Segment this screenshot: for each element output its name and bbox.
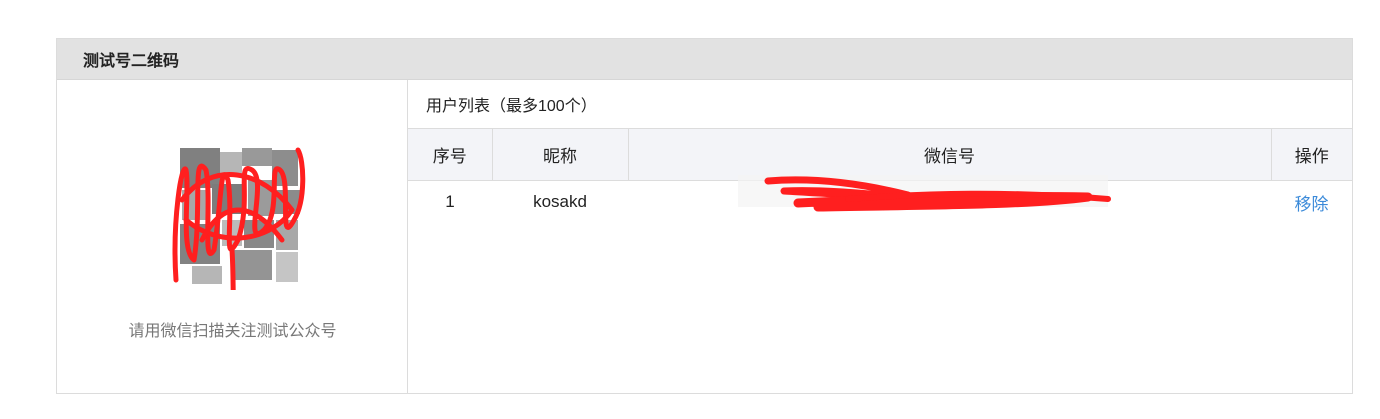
column-header-index: 序号	[408, 129, 493, 181]
user-list-section: 用户列表（最多100个） 序号 昵称 微信号 操作 1 kosakd 移除	[408, 80, 1352, 394]
panel-body: 请用微信扫描关注测试公众号 用户列表（最多100个） 序号 昵称 微信号 操作	[57, 80, 1352, 394]
remove-user-link[interactable]: 移除	[1295, 195, 1329, 214]
table-row: 1 kosakd 移除	[408, 180, 1352, 224]
qr-panel: 测试号二维码 请用微信扫描关注测试公众号 用户列表（最多100个） 序号 昵称 …	[56, 38, 1353, 394]
user-list-title: 用户列表（最多100个）	[408, 80, 1352, 129]
row-wechat-id	[628, 180, 1271, 224]
table-header-row: 序号 昵称 微信号 操作	[408, 129, 1352, 181]
qr-caption: 请用微信扫描关注测试公众号	[128, 323, 337, 340]
column-header-action: 操作	[1271, 129, 1352, 181]
row-index: 1	[445, 192, 455, 212]
column-header-wechat-id: 微信号	[628, 129, 1272, 181]
qr-code-image	[172, 140, 307, 343]
user-table: 序号 昵称 微信号 操作 1 kosakd 移除	[408, 129, 1352, 224]
row-nickname: kosakd	[533, 192, 587, 212]
qr-column: 请用微信扫描关注测试公众号	[57, 80, 408, 394]
panel-title: 测试号二维码	[57, 39, 1352, 80]
column-header-nickname: 昵称	[492, 129, 629, 181]
